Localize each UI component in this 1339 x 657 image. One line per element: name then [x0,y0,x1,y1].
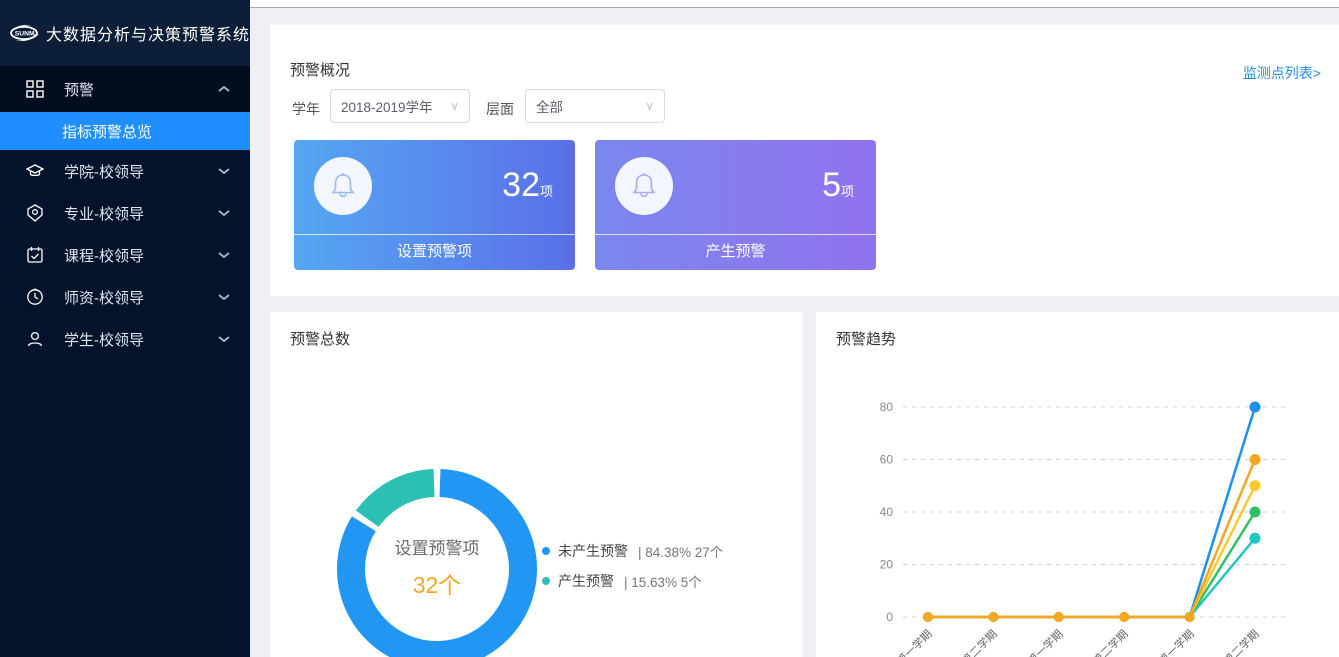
level-select[interactable]: 全部 ∨ [525,89,665,123]
legend-name: 未产生预警 [558,541,628,561]
warning-total-panel: 预警总数 设置预警项 32个 未产生预警 | 84.38% 27个 产生预警 |… [270,312,803,657]
logo-bar: SUNM net 大数据分析与决策预警系统 [0,0,250,66]
top-strip [250,0,1339,8]
sidebar-item-label: 预警 [64,79,94,100]
student-icon [26,330,44,348]
chevron-down-icon: ∨ [645,99,654,113]
filter-label-level: 层面 [486,99,514,119]
set-warning-items-card[interactable]: 32项 设置预警项 [294,140,575,270]
sidebar-item-course[interactable]: 课程-校领导 [0,234,250,276]
graduation-cap-icon [26,162,44,180]
sidebar-item-major[interactable]: 专业-校领导 [0,192,250,234]
series-cyan-point [1250,533,1261,544]
grid-icon [26,80,44,98]
legend-detail: | 84.38% 27个 [638,541,723,561]
sidebar-item-label: 指标预警总览 [62,121,152,142]
chevron-down-icon [218,293,230,301]
series-orange-line [928,460,1255,618]
legend-name: 产生预警 [558,571,614,591]
legend-detail: | 15.63% 5个 [624,571,702,591]
sidebar-item-student[interactable]: 学生-校领导 [0,318,250,360]
school-year-value: 2018-2019学年 [341,96,433,116]
donut-legend: 未产生预警 | 84.38% 27个 产生预警 | 15.63% 5个 [542,536,723,596]
bell-circle [314,157,372,215]
bell-icon [330,172,356,200]
chevron-down-icon [218,209,230,217]
y-tick-label: 40 [880,505,894,519]
svg-text:SUNM: SUNM [15,30,35,37]
sidebar: SUNM net 大数据分析与决策预警系统 预警 指标预警总览 [0,0,250,657]
chevron-down-icon: ∨ [450,99,459,113]
card-unit: 项 [841,184,854,199]
donut-center-value: 32个 [327,566,547,600]
logo-sub-text: net [33,33,38,37]
card-label: 产生预警 [595,234,876,270]
sidebar-item-label: 师资-校领导 [64,287,144,308]
bell-circle [615,157,673,215]
card-value: 5项 [822,166,854,205]
legend-dot-icon [542,577,550,585]
chevron-down-icon [218,251,230,259]
series-blue-point [1250,402,1261,413]
legend-dot-icon [542,547,550,555]
overview-title: 预警概况 [290,59,350,80]
sidebar-item-label: 专业-校领导 [64,203,144,224]
main-content: 预警概况 监测点列表> 学年 2018-2019学年 ∨ 层面 全部 ∨ [250,0,1339,657]
series-yellow-point [1250,480,1261,491]
level-value: 全部 [536,96,563,116]
series-orange-point [1185,612,1195,622]
badge-pin-icon [26,204,44,222]
sidebar-item-warning[interactable]: 预警 [0,66,250,112]
chevron-down-icon [218,335,230,343]
filter-label-school-year: 学年 [292,99,320,119]
series-orange-point [1250,454,1261,465]
y-tick-label: 0 [886,610,893,624]
sunmnet-logo-icon: SUNM net [8,13,40,53]
sidebar-item-faculty[interactable]: 师资-校领导 [0,276,250,318]
card-top: 32项 [294,140,575,234]
school-year-select[interactable]: 2018-2019学年 ∨ [330,89,470,123]
chevron-down-icon [218,167,230,175]
legend-item-warning[interactable]: 产生预警 | 15.63% 5个 [542,566,723,596]
series-orange-point [1054,612,1064,622]
sidebar-item-college[interactable]: 学院-校领导 [0,150,250,192]
card-value: 32项 [502,166,553,205]
sidebar-item-label: 课程-校领导 [64,245,144,266]
chevron-up-icon [218,85,230,93]
legend-item-no-warning[interactable]: 未产生预警 | 84.38% 27个 [542,536,723,566]
sidebar-item-indicator-overview[interactable]: 指标预警总览 [0,112,250,150]
bell-icon [631,172,657,200]
warning-trend-line-chart[interactable]: 80 60 40 20 0 [816,312,1339,657]
generated-warnings-card[interactable]: 5项 产生预警 [595,140,876,270]
overview-panel: 预警概况 监测点列表> 学年 2018-2019学年 ∨ 层面 全部 ∨ [270,25,1339,296]
card-label: 设置预警项 [294,234,575,270]
donut-center-label: 设置预警项 [327,534,547,559]
donut-slice [367,483,434,519]
monitor-point-list-link[interactable]: 监测点列表> [1243,63,1321,83]
sidebar-item-label: 学生-校领导 [64,329,144,350]
series-orange-point [1119,612,1129,622]
app-title: 大数据分析与决策预警系统 [46,21,250,45]
y-tick-label: 20 [880,558,894,572]
calendar-check-icon [26,246,44,264]
sidebar-item-label: 学院-校领导 [64,161,144,182]
card-unit: 项 [540,184,553,199]
card-top: 5项 [595,140,876,234]
series-orange-point [988,612,998,622]
teacher-clock-icon [26,288,44,306]
y-tick-label: 80 [880,400,894,414]
y-tick-label: 60 [880,453,894,467]
warning-trend-panel: 预警趋势 806040200 年第一学期年第二学期年第一学期年第二学期年第一学期… [816,312,1339,657]
dashboard-screen: SUNM net 大数据分析与决策预警系统 预警 指标预警总览 [0,0,1339,657]
series-green-point [1250,507,1261,518]
series-orange-point [923,612,933,622]
donut-panel-title: 预警总数 [290,328,350,349]
